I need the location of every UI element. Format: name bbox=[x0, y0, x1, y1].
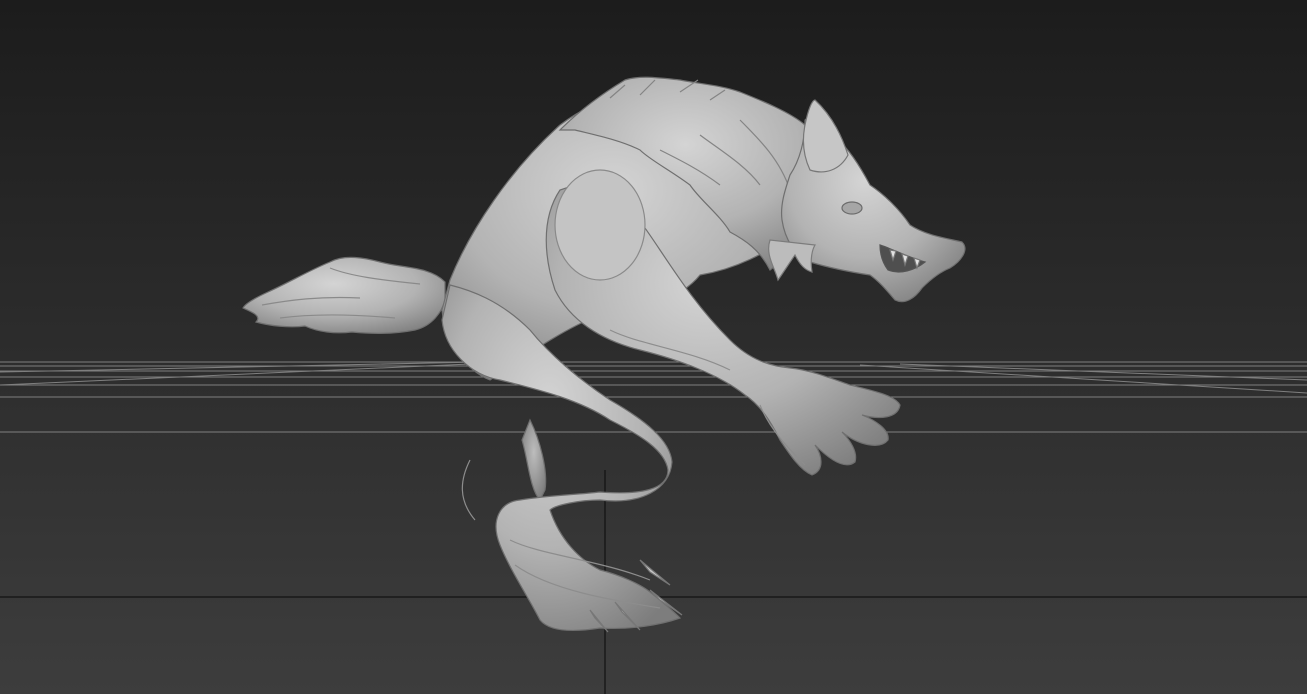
shoulder bbox=[554, 169, 646, 281]
3d-viewport[interactable] bbox=[0, 0, 1307, 694]
viewport-canvas[interactable] bbox=[0, 0, 1307, 694]
eye bbox=[841, 201, 863, 215]
